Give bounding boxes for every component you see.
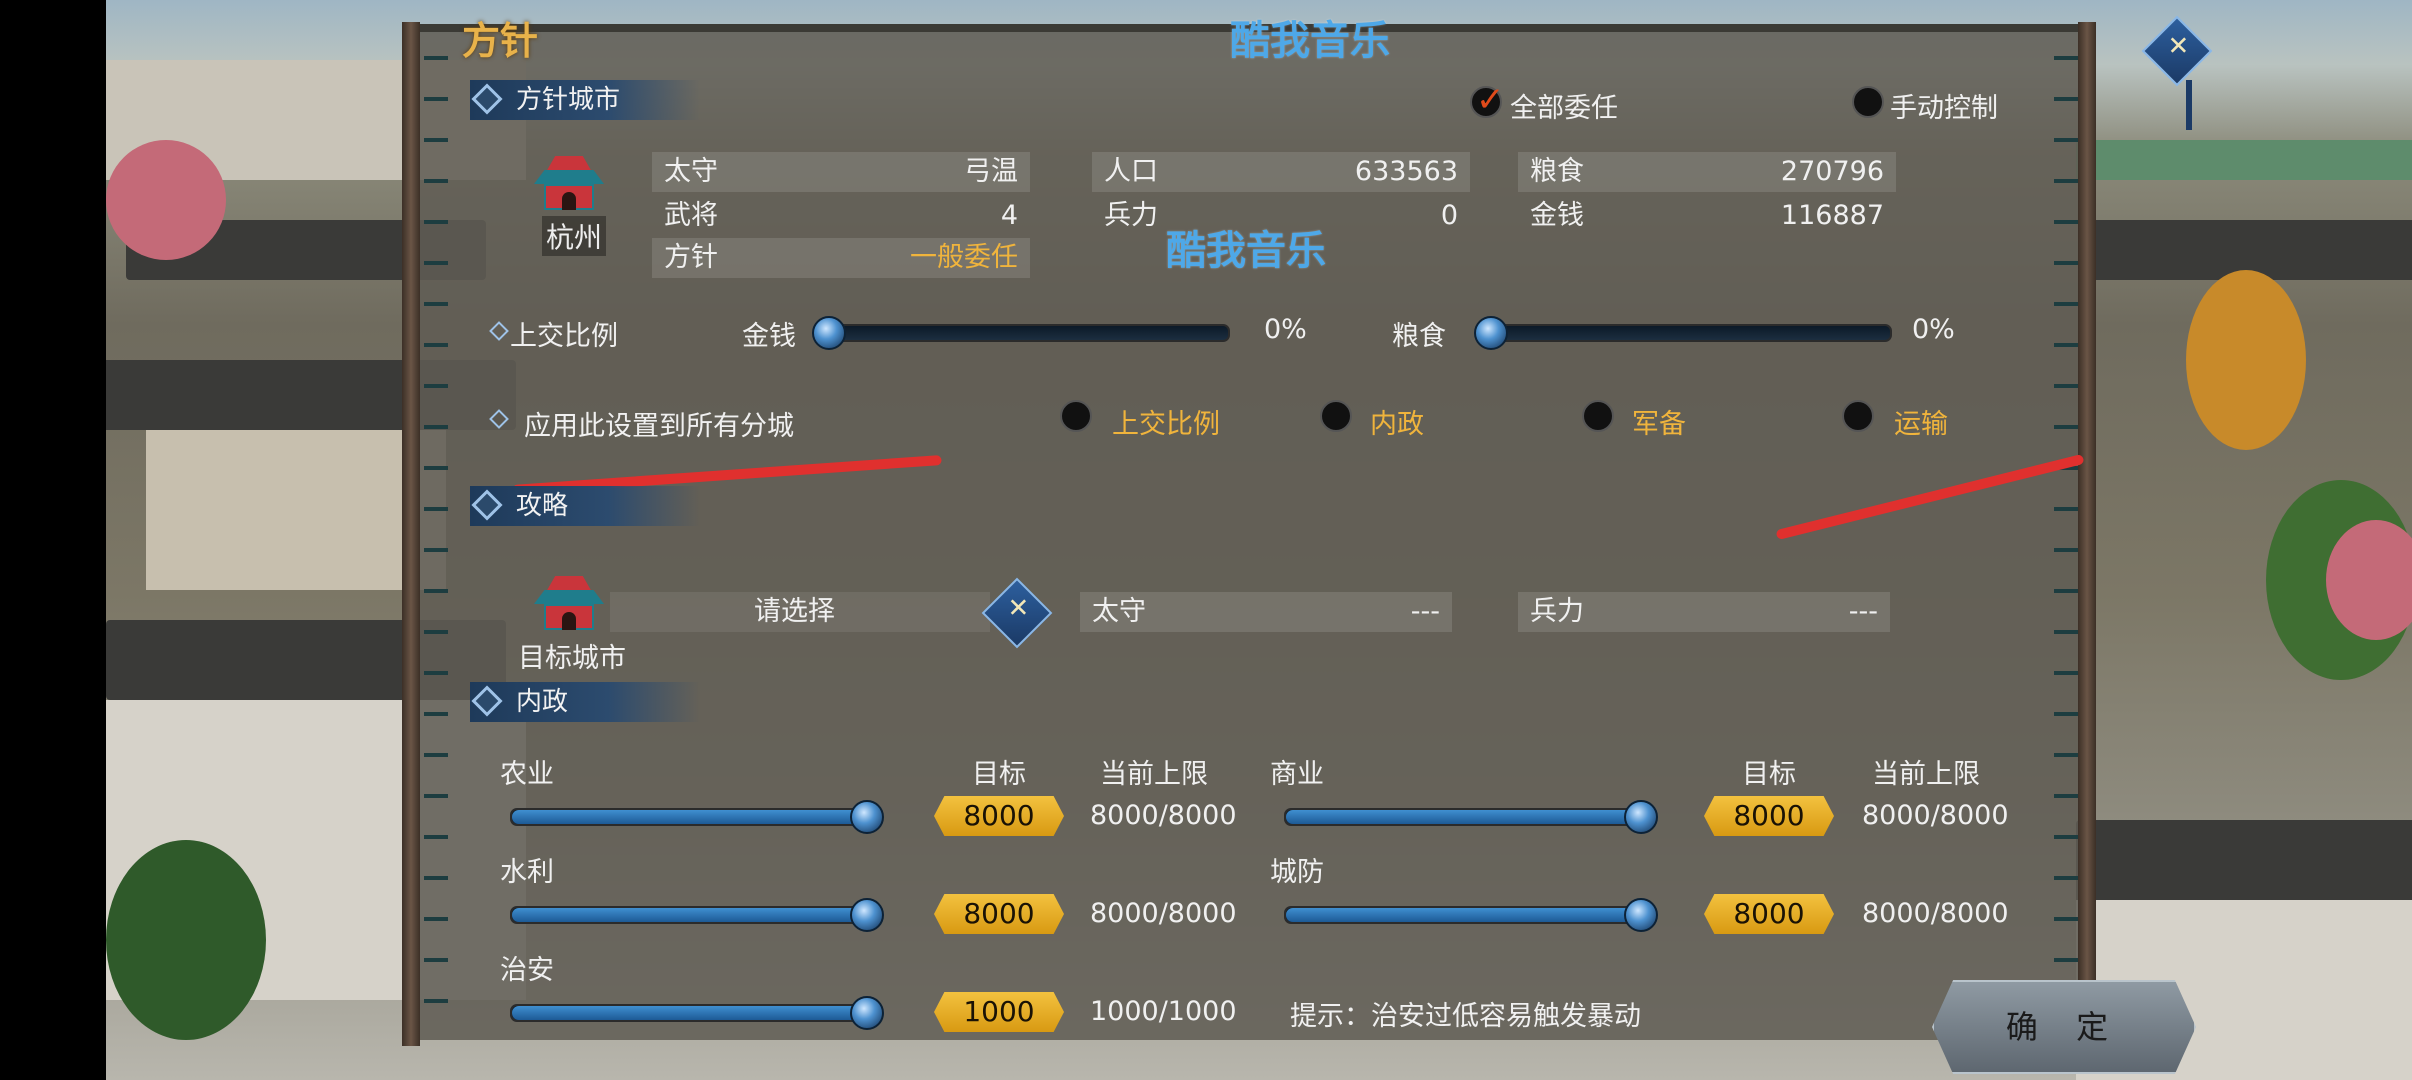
left-scroll-pole [402,22,420,1046]
delegate-all-label[interactable]: 全部委任 [1510,86,1618,125]
security-label: 治安 [500,955,554,986]
diamond-icon [471,489,503,521]
slider-fill [512,1006,866,1020]
diamond-icon [471,685,503,717]
kite-tail [2186,80,2192,130]
security-limit: 1000/1000 [1090,996,1237,1027]
limit-header: 当前上限 [1872,759,1980,790]
slider-fill [1286,810,1640,824]
target-header: 目标 [1742,759,1796,790]
tribute-money-slider[interactable] [826,324,1230,342]
food-row: 粮食 270796 [1518,152,1896,192]
slider-fill [512,810,866,824]
commerce-label: 商业 [1270,759,1324,790]
irrigation-limit: 8000/8000 [1090,898,1237,929]
section-policy-city: 方针城市 [470,80,700,120]
defense-label: 城防 [1270,857,1324,888]
apply-domestic-label[interactable]: 内政 [1370,402,1424,441]
defense-limit: 8000/8000 [1862,898,2009,929]
commerce-target[interactable]: 8000 [1704,796,1834,836]
defense-slider[interactable] [1284,906,1642,924]
tribute-food-label: 粮食 [1392,321,1446,352]
commerce-limit: 8000/8000 [1862,800,2009,831]
target-governor-row: 太守 --- [1080,592,1452,632]
page-title: 方针 [462,18,539,63]
right-border-ornament [2054,40,2078,1030]
apply-military-label[interactable]: 军备 [1632,402,1686,441]
defense-target[interactable]: 8000 [1704,894,1834,934]
target-castle-icon [534,576,604,636]
diamond-icon [471,83,503,115]
policy-row: 方针 一般委任 [652,238,1030,278]
target-header: 目标 [972,759,1026,790]
section-domestic: 内政 [470,682,700,722]
tribute-money-percent: 0% [1264,314,1307,345]
money-row: 金钱 116887 [1530,200,1884,231]
manual-control-label[interactable]: 手动控制 [1890,86,1998,125]
agriculture-label: 农业 [500,759,554,790]
agriculture-slider[interactable] [510,808,868,826]
irrigation-knob[interactable] [850,898,884,932]
apply-all-label: 应用此设置到所有分城 [524,411,794,442]
population-row: 人口 633563 [1092,152,1470,192]
tribute-food-knob[interactable] [1474,316,1508,350]
right-scroll-pole [2078,22,2096,1046]
security-target[interactable]: 1000 [934,992,1064,1032]
commerce-slider[interactable] [1284,808,1642,826]
watermark-mid: 酷我音乐 [1166,228,1326,274]
governor-row: 太守 弓温 [652,152,1030,192]
irrigation-label: 水利 [500,857,554,888]
manual-control-radio[interactable] [1852,86,1884,118]
slider-fill [512,908,866,922]
apply-tribute-label[interactable]: 上交比例 [1112,402,1220,441]
check-icon: ✓ [1476,80,1505,120]
commerce-knob[interactable] [1624,800,1658,834]
security-hint: 提示：治安过低容易触发暴动 [1290,1001,1641,1032]
left-border-ornament [424,40,448,1030]
irrigation-slider[interactable] [510,906,868,924]
agriculture-knob[interactable] [850,800,884,834]
target-city-label: 目标城市 [518,643,626,674]
security-slider[interactable] [510,1004,868,1022]
security-knob[interactable] [850,996,884,1030]
defense-knob[interactable] [1624,898,1658,932]
tribute-money-knob[interactable] [812,316,846,350]
slider-fill [1286,908,1640,922]
section-strategy: 攻略 [470,486,700,526]
tribute-label: 上交比例 [510,321,618,352]
target-troops-row: 兵力 --- [1518,592,1890,632]
confirm-button[interactable]: 确 定 [1932,980,2196,1074]
limit-header: 当前上限 [1100,759,1208,790]
watermark-top: 酷我音乐 [1230,18,1390,64]
tribute-food-slider[interactable] [1488,324,1892,342]
city-name: 杭州 [542,216,607,256]
apply-transport-radio[interactable] [1842,400,1874,432]
apply-transport-label[interactable]: 运输 [1894,402,1948,441]
delegate-all-checkbox[interactable]: ✓ [1470,80,1505,120]
tribute-food-percent: 0% [1912,314,1955,345]
generals-row: 武将 4 [664,200,1018,231]
apply-military-radio[interactable] [1582,400,1614,432]
agriculture-limit: 8000/8000 [1090,800,1237,831]
city-castle-icon [534,156,604,216]
apply-tribute-radio[interactable] [1060,400,1092,432]
tribute-money-label: 金钱 [742,321,796,352]
apply-domestic-radio[interactable] [1320,400,1352,432]
agriculture-target[interactable]: 8000 [934,796,1064,836]
target-city-select[interactable]: 请选择 [610,592,990,632]
irrigation-target[interactable]: 8000 [934,894,1064,934]
